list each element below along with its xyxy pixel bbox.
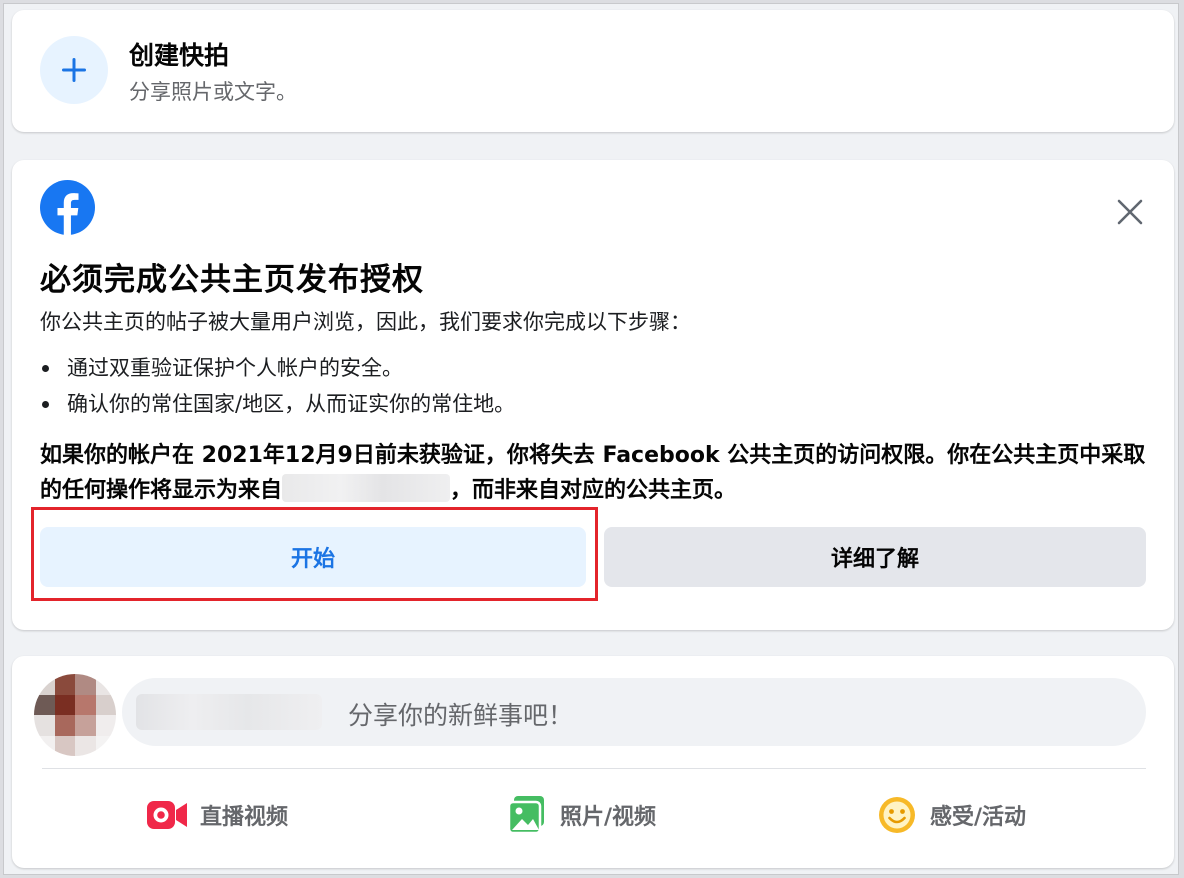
feeling-activity-label: 感受/活动 [930, 805, 1027, 830]
learn-more-button[interactable]: 详细了解 [604, 527, 1146, 587]
live-video-button[interactable]: 直播视频 [146, 790, 288, 840]
start-button[interactable]: 开始 [40, 527, 586, 587]
create-story-title: 创建快拍 [129, 41, 230, 70]
photo-video-icon [506, 794, 548, 836]
create-story-button[interactable] [40, 36, 108, 104]
divider [42, 768, 1146, 769]
step-item: 通过双重验证保护个人帐户的安全。 [40, 352, 515, 388]
steps-list: 通过双重验证保护个人帐户的安全。 确认你的常住国家/地区，从而证实你的常住地。 [40, 352, 515, 424]
warning-text-end: ，而非来自对应的公共主页。 [450, 478, 737, 503]
close-icon [1117, 199, 1143, 225]
plus-icon [62, 58, 86, 82]
facebook-logo-icon [40, 180, 95, 235]
step-item: 确认你的常住国家/地区，从而证实你的常住地。 [40, 388, 515, 424]
photo-video-button[interactable]: 照片/视频 [506, 790, 656, 840]
live-video-label: 直播视频 [200, 805, 289, 830]
composer-placeholder: 分享你的新鲜事吧！ [348, 701, 574, 730]
live-video-icon [146, 794, 188, 836]
prompt-intro: 你公共主页的帖子被大量用户浏览，因此，我们要求你完成以下步骤： [40, 310, 691, 334]
redacted-name [282, 474, 451, 502]
feeling-activity-button[interactable]: 感受/活动 [876, 790, 1026, 840]
create-story-card[interactable]: 创建快拍 分享照片或文字。 [12, 10, 1174, 132]
redacted-username [136, 694, 322, 730]
whats-on-your-mind-input[interactable]: 分享你的新鲜事吧！ [122, 678, 1146, 746]
close-button[interactable] [1110, 192, 1150, 232]
post-composer-card: 分享你的新鲜事吧！ 直播视频 照片/视频 感受/活动 [12, 656, 1174, 868]
create-story-subtitle: 分享照片或文字。 [129, 80, 297, 104]
verification-warning: 如果你的帐户在 2021年12月9日前未获验证，你将失去 Facebook 公共… [40, 438, 1150, 508]
feeling-activity-icon [876, 794, 918, 836]
photo-video-label: 照片/视频 [560, 805, 657, 830]
prompt-title: 必须完成公共主页发布授权 [40, 262, 424, 298]
authorization-prompt-card: 必须完成公共主页发布授权 你公共主页的帖子被大量用户浏览，因此，我们要求你完成以… [12, 160, 1174, 630]
avatar[interactable] [34, 674, 116, 756]
